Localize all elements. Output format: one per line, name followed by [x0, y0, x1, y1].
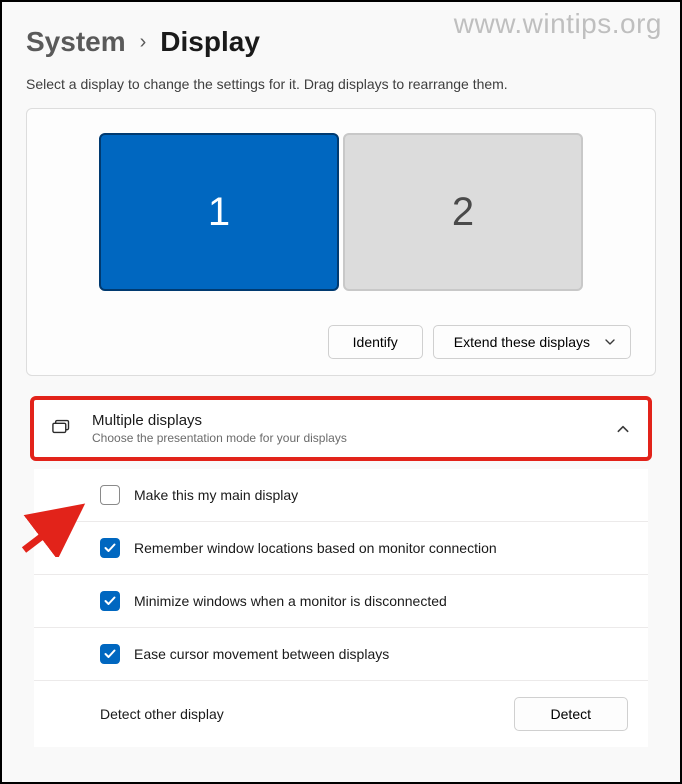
extend-displays-label: Extend these displays — [454, 334, 590, 350]
option-label: Make this my main display — [134, 487, 298, 503]
multiple-displays-icon — [52, 415, 74, 442]
check-icon — [103, 647, 117, 661]
multiple-displays-panel[interactable]: Multiple displays Choose the presentatio… — [30, 396, 652, 461]
panel-subtitle: Choose the presentation mode for your di… — [92, 431, 347, 445]
options-list: Make this my main display Remember windo… — [34, 469, 648, 747]
detect-button[interactable]: Detect — [514, 697, 628, 731]
option-remember-locations[interactable]: Remember window locations based on monit… — [34, 522, 648, 575]
monitor-1[interactable]: 1 — [99, 133, 339, 291]
instruction-text: Select a display to change the settings … — [26, 76, 656, 92]
check-icon — [103, 594, 117, 608]
page-title: Display — [160, 26, 260, 58]
display-arrangement-panel: 1 2 Identify Extend these displays — [26, 108, 656, 376]
option-minimize-disconnected[interactable]: Minimize windows when a monitor is disco… — [34, 575, 648, 628]
checkbox-ease[interactable] — [100, 644, 120, 664]
monitor-container[interactable]: 1 2 — [51, 133, 631, 291]
chevron-up-icon — [616, 422, 630, 436]
chevron-right-icon: › — [140, 31, 147, 54]
breadcrumb-parent[interactable]: System — [26, 26, 126, 58]
identify-button[interactable]: Identify — [328, 325, 423, 359]
check-icon — [103, 541, 117, 555]
option-detect: Detect other display Detect — [34, 681, 648, 747]
option-label: Remember window locations based on monit… — [134, 540, 497, 556]
panel-title: Multiple displays — [92, 412, 347, 429]
detect-label: Detect other display — [100, 706, 224, 722]
extend-displays-dropdown[interactable]: Extend these displays — [433, 325, 631, 359]
monitor-2[interactable]: 2 — [343, 133, 583, 291]
checkbox-remember[interactable] — [100, 538, 120, 558]
option-ease-cursor[interactable]: Ease cursor movement between displays — [34, 628, 648, 681]
option-label: Ease cursor movement between displays — [134, 646, 389, 662]
breadcrumb: System › Display — [26, 26, 656, 58]
option-main-display[interactable]: Make this my main display — [34, 469, 648, 522]
chevron-down-icon — [604, 336, 616, 348]
option-label: Minimize windows when a monitor is disco… — [134, 593, 447, 609]
checkbox-main-display[interactable] — [100, 485, 120, 505]
checkbox-minimize[interactable] — [100, 591, 120, 611]
